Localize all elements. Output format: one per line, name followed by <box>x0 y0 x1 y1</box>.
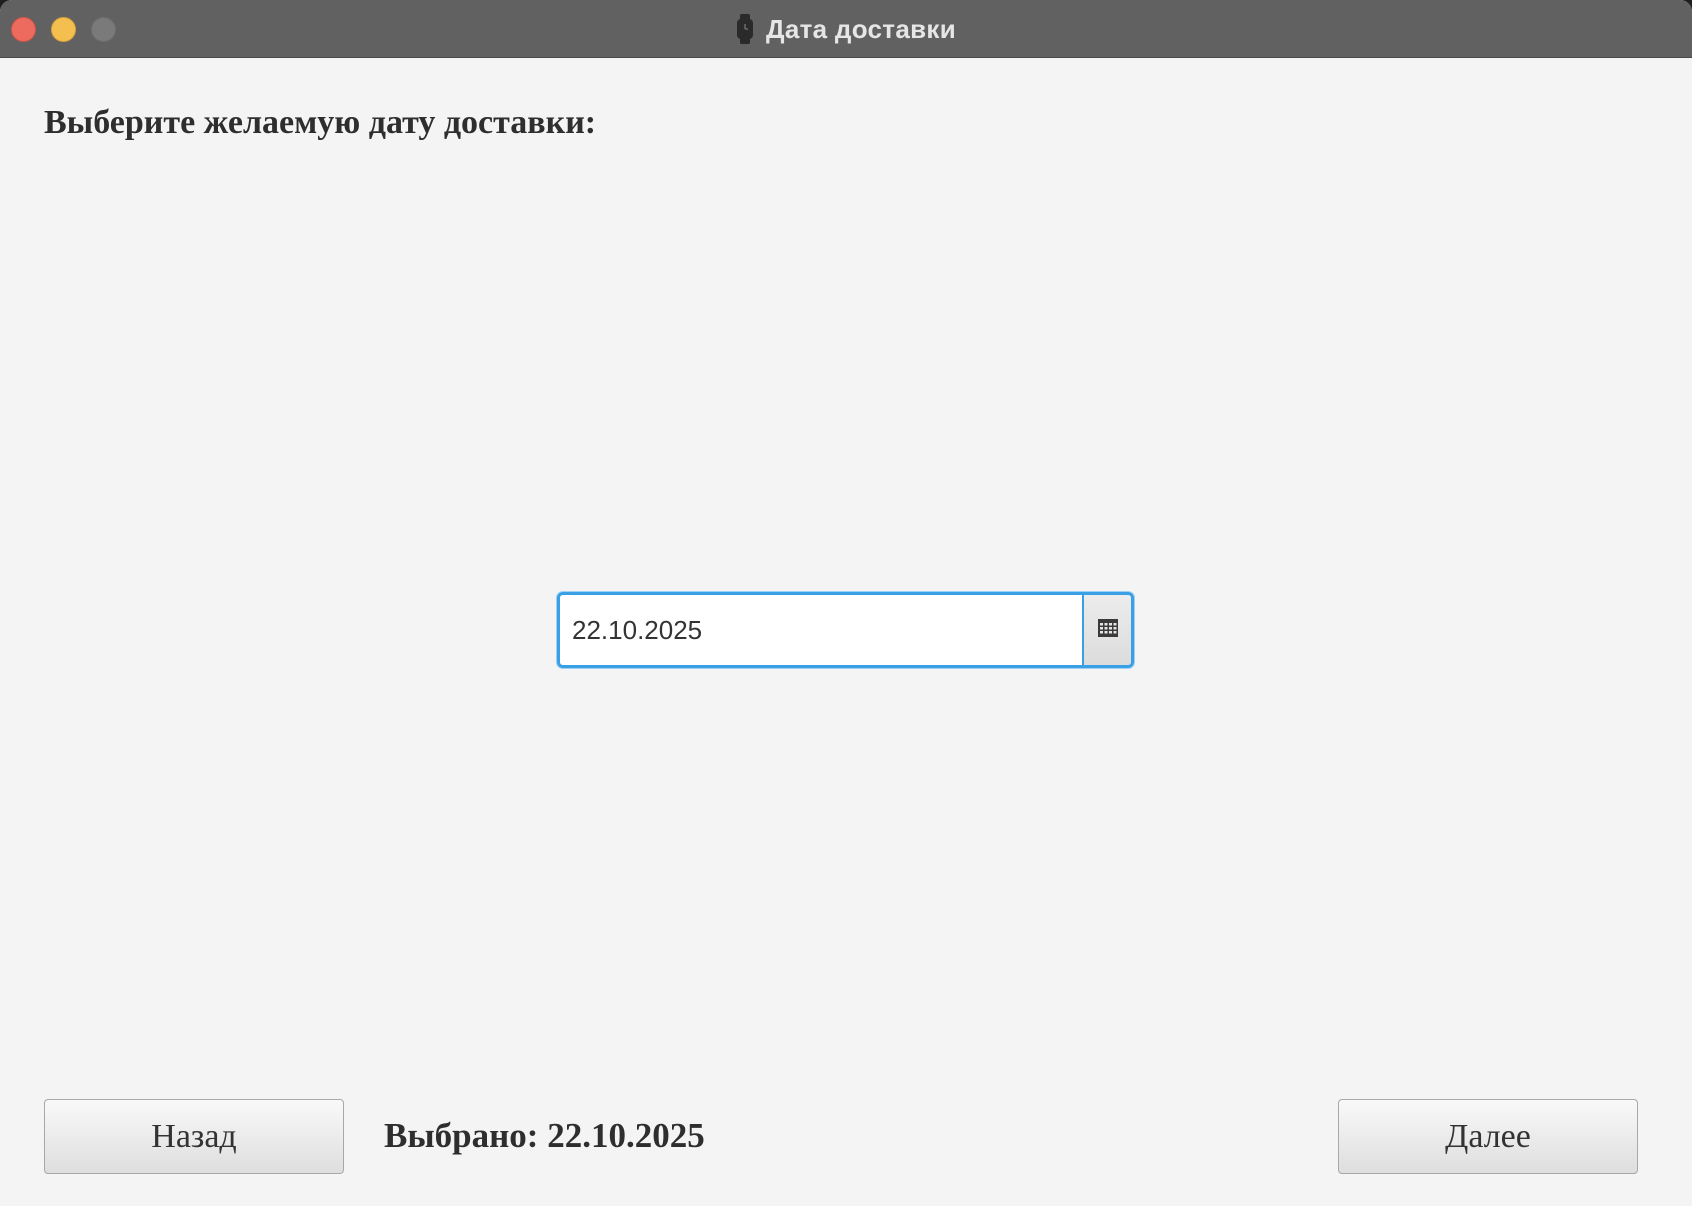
delivery-date-picker[interactable] <box>557 592 1134 668</box>
calendar-button[interactable] <box>1082 595 1131 665</box>
back-button[interactable]: Назад <box>44 1099 344 1174</box>
page-heading: Выберите желаемую дату доставки: <box>44 104 597 141</box>
app-window: Дата доставки Выберите желаемую дату дос… <box>0 0 1692 1206</box>
watch-icon <box>736 14 754 44</box>
window-title: Дата доставки <box>766 13 956 44</box>
selected-date-label: Выбрано: 22.10.2025 <box>384 1116 705 1155</box>
calendar-icon <box>1097 618 1118 642</box>
window-title-group: Дата доставки <box>0 0 1692 58</box>
title-bar[interactable]: Дата доставки <box>0 0 1692 58</box>
next-button[interactable]: Далее <box>1338 1099 1638 1174</box>
date-input[interactable] <box>560 595 1082 665</box>
